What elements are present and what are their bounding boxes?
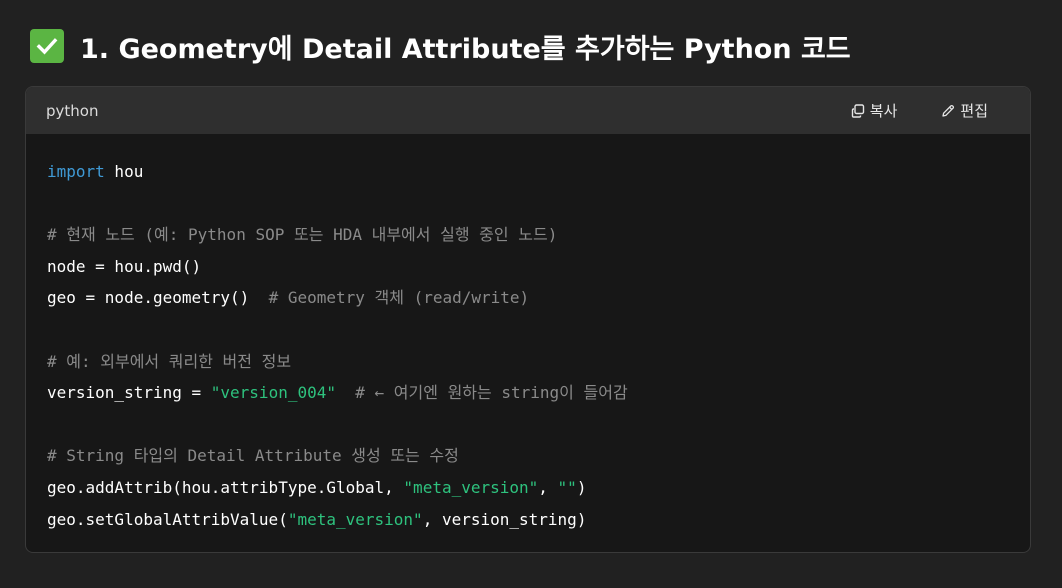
check-mark-icon xyxy=(30,29,64,63)
section-heading: 1. Geometry에 Detail Attribute를 추가하는 Pyth… xyxy=(30,26,851,66)
comment-token: # 현재 노드 (예: Python SOP 또는 HDA 내부에서 실행 중인… xyxy=(47,225,558,245)
pencil-icon xyxy=(941,104,955,118)
comment-token: # Geometry 객체 (read/write) xyxy=(268,288,530,308)
edit-button[interactable]: 편집 xyxy=(941,100,988,121)
copy-icon xyxy=(851,103,865,118)
edit-label: 편집 xyxy=(960,102,988,120)
code-token: geo.setGlobalAttribValue( xyxy=(47,509,288,529)
code-line: geo.setGlobalAttribValue("meta_version",… xyxy=(47,504,1010,536)
code-token: version_string = xyxy=(47,383,211,403)
code-block-header: python 복사 편집 xyxy=(26,87,1030,134)
comment-token: # String 타입의 Detail Attribute 생성 또는 수정 xyxy=(47,446,459,466)
code-language-label: python xyxy=(46,101,99,120)
comment-token: # ← 여기엔 원하는 string이 들어감 xyxy=(355,383,628,403)
code-line: import hou xyxy=(47,156,1010,188)
section-title: 1. Geometry에 Detail Attribute를 추가하는 Pyth… xyxy=(80,33,851,65)
comment-token: # 예: 외부에서 쿼리한 버전 정보 xyxy=(47,351,292,371)
code-line: geo = node.geometry() # Geometry 객체 (rea… xyxy=(47,282,1010,314)
code-token: ) xyxy=(576,477,587,497)
code-content: import hou # 현재 노드 (예: Python SOP 또는 HDA… xyxy=(26,134,1030,535)
code-token: geo.addAttrib(hou.attribType.Global, xyxy=(47,477,404,497)
code-line: node = hou.pwd() xyxy=(47,251,1010,283)
code-token: node = hou.pwd() xyxy=(47,256,202,276)
string-token: "version_004" xyxy=(210,383,336,403)
code-line: # String 타입의 Detail Attribute 생성 또는 수정 xyxy=(47,440,1010,472)
copy-label: 복사 xyxy=(869,102,898,120)
string-token: "meta_version" xyxy=(403,477,539,497)
code-actions: 복사 편집 xyxy=(851,100,988,121)
code-block: python 복사 편집 import hou # 현재 노드 (예: Pyth… xyxy=(25,86,1031,553)
code-line: # 예: 외부에서 쿼리한 버전 정보 xyxy=(47,346,1010,378)
copy-button[interactable]: 복사 xyxy=(851,100,898,121)
code-token: , version_string) xyxy=(422,509,587,529)
code-token: hou xyxy=(104,162,144,181)
code-token: geo = node.geometry() xyxy=(47,288,269,308)
keyword-token: import xyxy=(47,162,105,181)
code-line: # 현재 노드 (예: Python SOP 또는 HDA 내부에서 실행 중인… xyxy=(47,219,1010,251)
code-token: , xyxy=(538,477,558,497)
code-line: geo.addAttrib(hou.attribType.Global, "me… xyxy=(47,472,1010,504)
string-token: "meta_version" xyxy=(287,509,423,529)
code-line: version_string = "version_004" # ← 여기엔 원… xyxy=(47,377,1010,409)
string-token: "" xyxy=(557,477,577,497)
